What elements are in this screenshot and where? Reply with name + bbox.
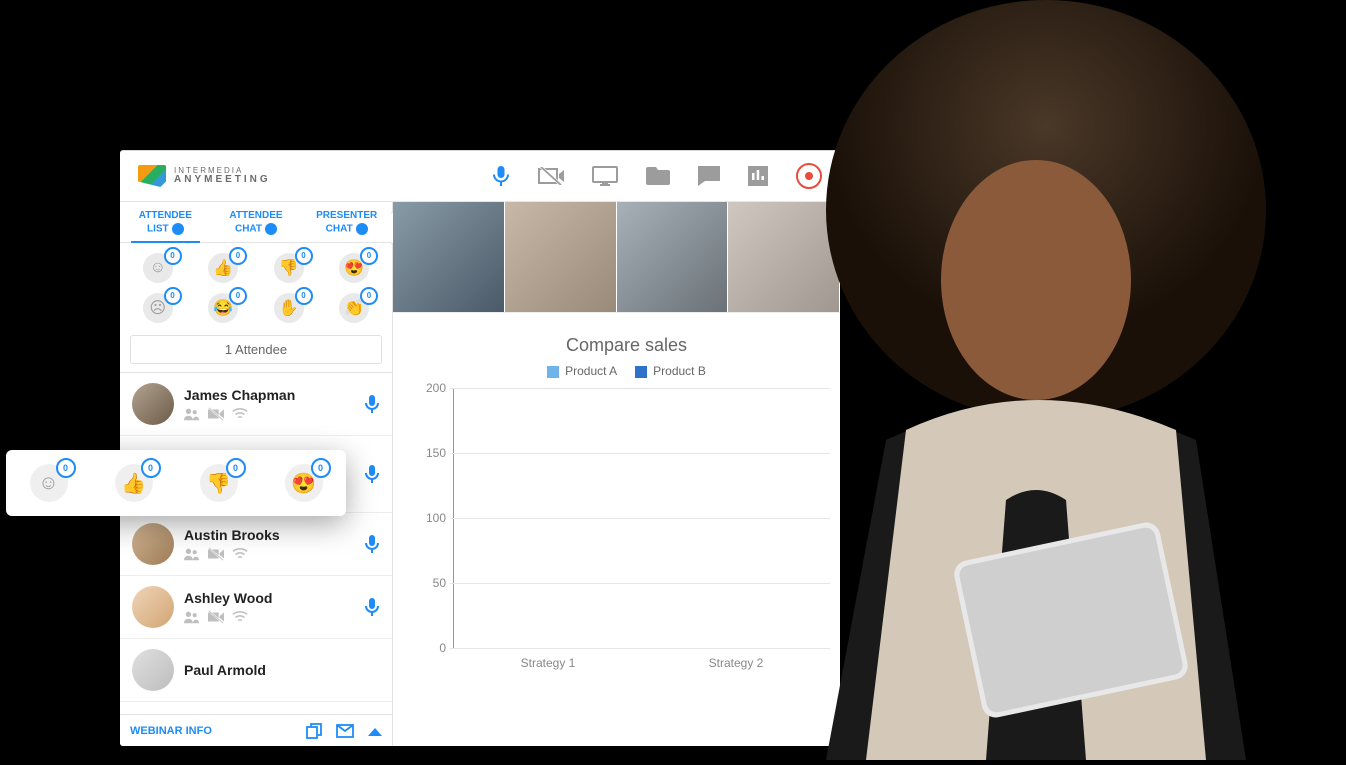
mail-icon[interactable] [336,724,354,738]
participant-row[interactable]: Ashley Wood [120,576,392,639]
popover-reaction-thumbs-down[interactable]: 👎0 [200,464,238,502]
wifi-icon [232,610,248,624]
reaction-count: 0 [56,458,76,478]
reaction-count: 0 [360,287,378,305]
tab-badge-icon [265,223,277,235]
reaction-laugh[interactable]: 😂0 [194,293,254,323]
participant-row[interactable]: James Chapman [120,373,392,436]
x-tick-label: Strategy 2 [642,656,830,670]
reaction-count: 0 [229,287,247,305]
sidebar-tabs: ATTENDEE LIST ATTENDEE CHAT PRESENTER CH… [120,202,392,243]
camera-off-icon [208,407,224,421]
copy-icon[interactable] [306,723,322,739]
avatar [132,383,174,425]
mic-icon[interactable] [364,597,380,617]
popover-reaction-love[interactable]: 😍0 [285,464,323,502]
tab-label: PRESENTER CHAT [316,210,377,234]
folder-icon[interactable] [646,167,670,185]
avatar [132,649,174,691]
main-area: ◂ Compare sales Product AProduct B 05010… [393,202,840,746]
reaction-sad[interactable]: ☹0 [128,293,188,323]
video-tile[interactable] [505,202,617,312]
tab-label: ATTENDEE LIST [139,210,192,234]
video-tile[interactable] [617,202,729,312]
camera-off-icon [208,547,224,561]
tab-badge-icon [356,223,368,235]
reaction-count: 0 [141,458,161,478]
record-icon[interactable] [796,163,822,189]
tab-presenter-chat[interactable]: PRESENTER CHAT [301,202,392,242]
screen-share-icon[interactable] [592,166,618,186]
tab-attendee-chat[interactable]: ATTENDEE CHAT [211,202,302,242]
participant-row[interactable]: Austin Brooks [120,513,392,576]
tab-badge-icon [172,223,184,235]
reaction-count: 0 [295,247,313,265]
legend-item: Product A [547,364,617,378]
chart: 050100150200 Strategy 1Strategy 2 [453,388,830,649]
reaction-clap[interactable]: 👏0 [325,293,385,323]
avatar [132,586,174,628]
video-tile[interactable] [393,202,505,312]
app-logo: INTERMEDIA ANYMEETING [138,165,271,187]
reaction-count: 0 [164,247,182,265]
participant-row[interactable]: Paul Armold [120,639,392,702]
participant-name: Austin Brooks [184,527,354,543]
mic-icon[interactable] [364,534,380,554]
people-icon [184,547,200,561]
avatar [132,523,174,565]
reaction-raise-hand[interactable]: ✋0 [259,293,319,323]
wifi-icon [232,407,248,421]
attendee-count: 1 Attendee [130,335,382,364]
reaction-count: 0 [295,287,313,305]
reaction-count: 0 [311,458,331,478]
y-tick-label: 0 [416,641,446,655]
video-strip [393,202,840,313]
y-tick-label: 50 [416,576,446,590]
mic-icon[interactable] [492,165,510,187]
chevron-up-icon[interactable] [368,726,382,736]
chart-legend: Product A Product B [423,364,830,378]
y-tick-label: 100 [416,511,446,525]
logo-line2: ANYMEETING [174,175,271,185]
y-tick-label: 150 [416,446,446,460]
mic-icon[interactable] [364,394,380,414]
reaction-count: 0 [229,247,247,265]
participant-name: Paul Armold [184,662,380,678]
participant-name: Ashley Wood [184,590,354,606]
reaction-count: 0 [164,287,182,305]
reaction-grid: ☺0 👍0 👎0 😍0 ☹0 😂0 ✋0 👏0 [120,243,392,329]
legend-item: Product B [635,364,706,378]
reaction-popover: ☺0 👍0 👎0 😍0 [6,450,346,516]
shared-content: Compare sales Product AProduct B 0501001… [393,313,840,659]
reaction-smile[interactable]: ☺0 [128,253,188,283]
people-icon [184,407,200,421]
tab-attendee-list[interactable]: ATTENDEE LIST [120,202,211,242]
mic-icon[interactable] [364,464,380,484]
app-window: INTERMEDIA ANYMEETING [120,150,840,746]
camera-off-icon [208,610,224,624]
webinar-info-label[interactable]: WEBINAR INFO [130,725,212,737]
participant-list: James Chapman [120,372,392,714]
titlebar: INTERMEDIA ANYMEETING [120,151,840,202]
sidebar-footer: WEBINAR INFO [120,714,392,746]
popover-reaction-thumbs-up[interactable]: 👍0 [115,464,153,502]
chart-title: Compare sales [423,335,830,356]
participant-name: James Chapman [184,387,354,403]
reaction-count: 0 [226,458,246,478]
camera-off-icon[interactable] [538,167,564,185]
chat-icon[interactable] [698,166,720,186]
y-tick-label: 200 [416,381,446,395]
video-tile[interactable] [728,202,840,312]
reaction-love[interactable]: 😍0 [325,253,385,283]
x-tick-label: Strategy 1 [454,656,642,670]
reaction-count: 0 [360,247,378,265]
reaction-thumbs-down[interactable]: 👎0 [259,253,319,283]
reaction-thumbs-up[interactable]: 👍0 [194,253,254,283]
wifi-icon [232,547,248,561]
poll-icon[interactable] [748,166,768,186]
popover-reaction-smile[interactable]: ☺0 [30,464,68,502]
logo-mark-icon [138,165,166,187]
people-icon [184,610,200,624]
